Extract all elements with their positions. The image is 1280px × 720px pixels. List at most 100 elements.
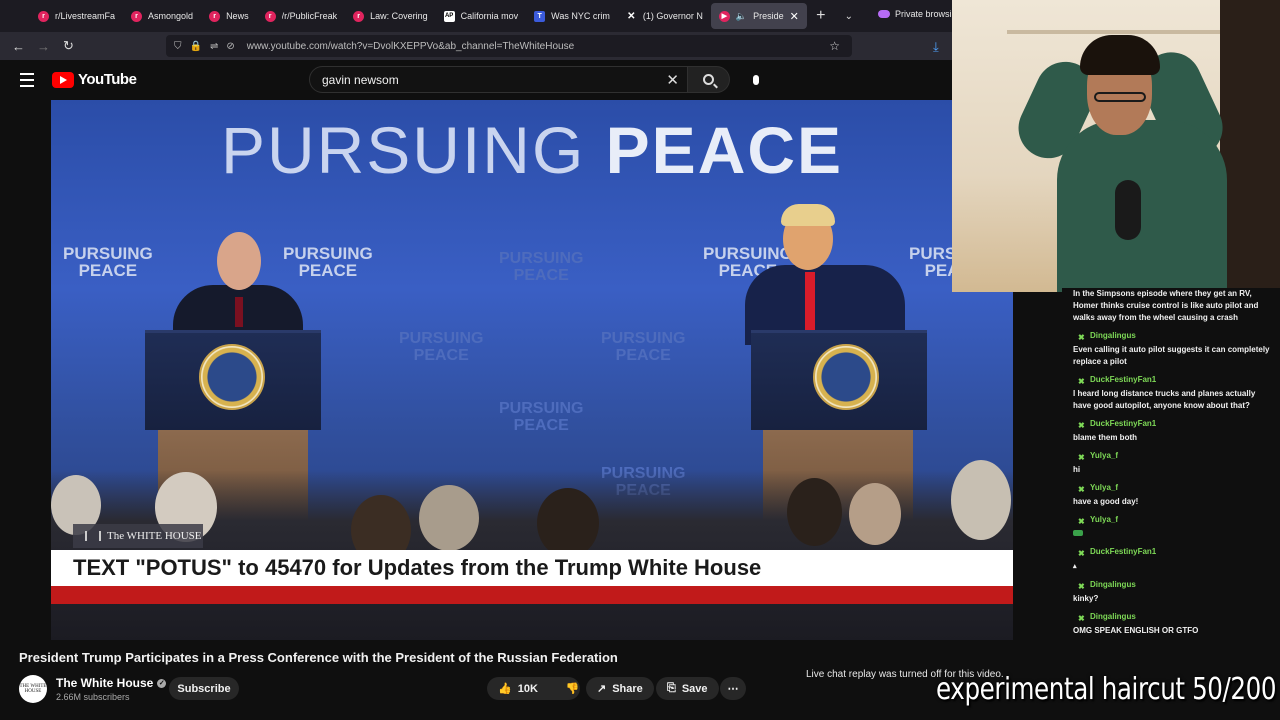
tab-label: (1) Governor N xyxy=(642,11,703,21)
video-player[interactable]: PURSUING PEACE PURSUING PEACE PURSUING PEA… xyxy=(51,100,1013,640)
youtube-logo-text: YouTube xyxy=(78,71,137,88)
backdrop-banner: PURSUINGPEACE xyxy=(601,330,686,364)
chat-username[interactable]: ✖ Dingalingus xyxy=(1073,579,1280,591)
chat-small-emote-icon: ▴ xyxy=(1073,563,1077,570)
close-tab-icon[interactable]: ✕ xyxy=(790,10,799,23)
search-box: ✕ xyxy=(309,66,688,93)
tab-label: California mov xyxy=(460,11,519,21)
reddit-icon: r xyxy=(353,10,365,22)
chat-message: ✖ DuckFestinyFan1 ▴ xyxy=(1073,546,1280,573)
new-tab-icon[interactable]: + xyxy=(807,7,835,25)
chat-username[interactable]: ✖ Yulya_f xyxy=(1073,482,1280,494)
like-dislike-group: 👍 10K 👎 xyxy=(487,677,580,700)
tab-label: r/LivestreamFa xyxy=(55,11,116,21)
youtube-icon: ▶ xyxy=(718,10,730,22)
tab-label: News xyxy=(226,11,249,21)
chat-badge-icon: ✖ xyxy=(1078,453,1085,462)
clear-search-icon[interactable]: ✕ xyxy=(666,71,679,89)
browser-tab[interactable]: r News xyxy=(201,3,257,29)
chat-text: I heard long distance trucks and planes … xyxy=(1073,389,1256,410)
chevron-down-icon[interactable]: ⌄ xyxy=(835,11,863,22)
chat-badge-icon: ✖ xyxy=(1078,517,1085,526)
channel-avatar[interactable]: THE WHITE HOUSE xyxy=(19,675,47,703)
speaker-icon[interactable]: 🔈 xyxy=(736,11,747,22)
more-actions-button[interactable]: ⋯ xyxy=(720,677,746,700)
share-button[interactable]: ↗ Share xyxy=(586,677,654,700)
chat-text: kinky? xyxy=(1073,594,1099,603)
channel-name[interactable]: The White House ✓ xyxy=(56,676,167,690)
stream-chat: In the Simpsons episode where they get a… xyxy=(1062,288,1280,688)
browser-tab[interactable]: AP California mov xyxy=(436,3,527,29)
backdrop-title: PURSUING PEACE xyxy=(220,113,844,187)
thumbs-up-icon[interactable]: 👍 xyxy=(498,682,512,695)
subscribe-button[interactable]: Subscribe xyxy=(169,677,239,700)
url-bar[interactable]: ⛉ 🔒 ⇌ ⊘ www.youtube.com/watch?v=DvolKXEP… xyxy=(166,35,852,57)
permissions-icon[interactable]: ⇌ xyxy=(210,41,218,52)
chat-message: ✖ Dingalingus Even calling it auto pilot … xyxy=(1073,330,1280,368)
chat-message: ✖ DuckFestinyFan1 blame them both xyxy=(1073,418,1280,444)
search-input[interactable] xyxy=(322,72,652,87)
tab-label: Law: Covering xyxy=(370,11,428,21)
browser-tab[interactable]: r r/LivestreamFa xyxy=(30,3,123,29)
back-arrow-icon[interactable]: ← xyxy=(6,39,31,54)
chat-username[interactable]: ✖ DuckFestinyFan1 xyxy=(1073,418,1280,430)
reddit-icon: r xyxy=(38,10,49,22)
chat-text: blame them both xyxy=(1073,433,1138,442)
streamer-hair xyxy=(1080,35,1160,75)
like-count[interactable]: 10K xyxy=(518,683,538,695)
browser-tab[interactable]: r/r/PublicFreak xyxy=(257,3,346,29)
shield-icon[interactable]: ⛉ xyxy=(174,41,182,52)
private-mask-icon xyxy=(878,10,890,18)
youtube-logo[interactable]: YouTube xyxy=(52,71,137,88)
chat-username[interactable]: ✖ DuckFestinyFan1 xyxy=(1073,546,1280,558)
network-bug-text: The WHITE HOUSE xyxy=(107,530,202,542)
chat-username[interactable]: ✖ Dingalingus xyxy=(1073,611,1280,623)
white-house-bug: The WHITE HOUSE xyxy=(73,524,203,548)
chat-emote-icon xyxy=(1073,530,1083,536)
browser-tab-active[interactable]: ▶ 🔈 Preside ✕ xyxy=(710,3,807,29)
search-button[interactable] xyxy=(688,66,730,93)
download-icon[interactable]: ⤓ xyxy=(933,39,939,55)
chat-username[interactable]: ✖ Yulya_f xyxy=(1073,450,1280,462)
forward-arrow-icon[interactable]: → xyxy=(31,39,56,54)
url-text[interactable]: www.youtube.com/watch?v=DvolKXEPPVo&ab_c… xyxy=(247,41,574,52)
thumbs-down-icon[interactable]: 👎 xyxy=(566,682,580,695)
lock-icon[interactable]: 🔒 xyxy=(190,41,202,52)
browser-tab[interactable]: r Law: Covering xyxy=(345,3,436,29)
chat-text: Even calling it auto pilot suggests it c… xyxy=(1073,345,1270,366)
chat-text: OMG SPEAK ENGLISH OR GTFO xyxy=(1073,626,1199,635)
browser-tab[interactable]: ✕ (1) Governor N xyxy=(618,3,711,29)
chat-badge-icon: ✖ xyxy=(1078,614,1085,623)
backdrop-banner: PURSUINGPEACE xyxy=(499,400,584,434)
browser-tab[interactable]: r Asmongold xyxy=(123,3,201,29)
chat-username[interactable]: ✖ DuckFestinyFan1 xyxy=(1073,374,1280,386)
search-icon xyxy=(703,74,714,85)
chat-text xyxy=(1073,528,1273,540)
chat-message: In the Simpsons episode where they get a… xyxy=(1073,288,1280,324)
chat-username[interactable]: ✖ Yulya_f xyxy=(1073,514,1280,526)
chat-badge-icon: ✖ xyxy=(1078,421,1085,430)
browser-tab-bar: r r/LivestreamFa r Asmongold r News r/r/Pub… xyxy=(0,0,955,32)
chat-text: hi xyxy=(1073,465,1081,474)
microphone-icon xyxy=(752,74,759,85)
save-button[interactable]: ⎘ Save xyxy=(656,677,719,700)
bookmark-star-icon[interactable]: ☆ xyxy=(829,39,840,53)
browser-nav-bar: ← → ↻ ⛉ 🔒 ⇌ ⊘ www.youtube.com/watch?v=Dv… xyxy=(0,32,955,60)
reddit-icon: r xyxy=(131,10,143,22)
reload-icon[interactable]: ↻ xyxy=(56,38,81,54)
menu-icon[interactable] xyxy=(20,73,34,91)
share-label: Share xyxy=(612,682,643,695)
subscriber-count: 2.66M subscribers xyxy=(56,692,130,702)
shelf xyxy=(1007,30,1227,34)
chat-message: ✖ Yulya_f have a good day! xyxy=(1073,482,1280,508)
chat-username[interactable]: ✖ Dingalingus xyxy=(1073,330,1280,342)
chat-message: ✖ Dingalingus kinky? xyxy=(1073,579,1280,605)
white-house-logo-icon xyxy=(85,531,101,541)
channel-name-text[interactable]: The White House xyxy=(56,676,153,690)
tab-label: Was NYC crim xyxy=(551,11,610,21)
backdrop-banner: PURSUINGPEACE xyxy=(63,244,153,280)
mute-icon[interactable]: ⊘ xyxy=(226,41,234,52)
verified-check-icon: ✓ xyxy=(157,678,167,688)
browser-tab[interactable]: T Was NYC crim xyxy=(526,3,618,29)
voice-search-button[interactable] xyxy=(744,68,767,91)
